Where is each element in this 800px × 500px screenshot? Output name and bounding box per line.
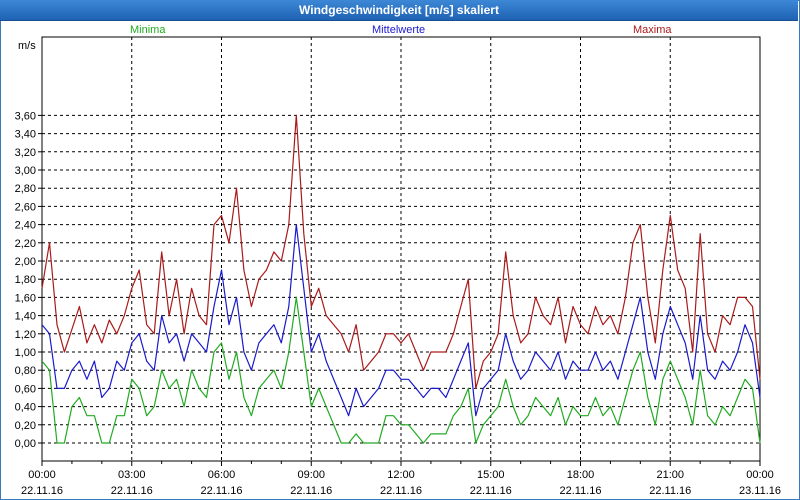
- y-tick-label: 0,20: [15, 420, 36, 432]
- x-tick-label-date: 22.11.16: [380, 485, 422, 497]
- y-tick-label: 2,00: [15, 256, 36, 268]
- x-tick-label-date: 22.11.16: [21, 485, 63, 497]
- x-tick-label-date: 22.11.16: [470, 485, 512, 497]
- x-tick-label-date: 23.11.16: [739, 485, 781, 497]
- y-tick-label: 0,80: [15, 365, 36, 377]
- y-tick-label: 1,80: [15, 274, 36, 286]
- x-tick-label-time: 21:00: [656, 469, 684, 481]
- x-tick-label-date: 22.11.16: [290, 485, 332, 497]
- y-tick-label: 2,80: [15, 183, 36, 195]
- x-tick-label-time: 09:00: [297, 469, 325, 481]
- y-tick-label: 2,20: [15, 238, 36, 250]
- chart-plot: 0,00 0,20 0,40 0,60 0,80 1,00 1,20 1,40 1,60 1,80…: [15, 36, 781, 497]
- y-tick-label: 2,40: [15, 220, 36, 232]
- y-tick-label: 0,40: [15, 402, 36, 414]
- series-line-maxima: [41, 114, 761, 389]
- x-tick-label-date: 22.11.16: [559, 485, 601, 497]
- y-tick-label: 0,60: [15, 383, 36, 395]
- x-tick-label-time: 06:00: [208, 469, 236, 481]
- x-tick-label-date: 22.11.16: [649, 485, 691, 497]
- y-tick-label: 1,40: [15, 311, 36, 323]
- x-tick-label-time: 03:00: [118, 469, 146, 481]
- y-tick-label: 2,60: [15, 201, 36, 213]
- x-tick-label-time: 00:00: [28, 469, 56, 481]
- x-tick-label-date: 22.11.16: [111, 485, 153, 497]
- y-tick-label: 3,20: [15, 147, 36, 159]
- y-tick-label: 3,40: [15, 129, 36, 141]
- x-tick-label-time: 15:00: [477, 469, 505, 481]
- x-tick-label-time: 18:00: [567, 469, 595, 481]
- y-tick-label: 0,00: [15, 438, 36, 450]
- x-tick-label-time: 12:00: [387, 469, 415, 481]
- y-tick-label: 1,60: [15, 292, 36, 304]
- y-tick-label: 1,00: [15, 347, 36, 359]
- x-tick-label-date: 22.11.16: [200, 485, 242, 497]
- y-tick-label: 3,00: [15, 165, 36, 177]
- x-tick-label-time: 00:00: [746, 469, 774, 481]
- y-tick-label: 1,20: [15, 329, 36, 341]
- y-tick-label: 3,60: [15, 110, 36, 122]
